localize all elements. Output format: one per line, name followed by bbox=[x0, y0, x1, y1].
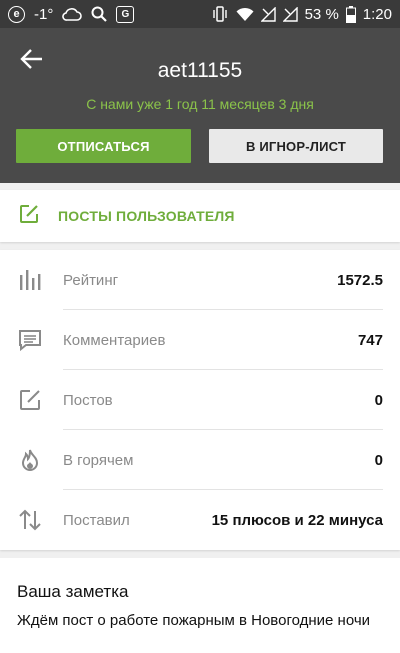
stat-value: 0 bbox=[374, 391, 383, 409]
battery-icon bbox=[345, 5, 356, 23]
ignore-list-button[interactable]: В ИГНОР-ЛИСТ bbox=[209, 129, 383, 163]
edit-icon bbox=[18, 388, 42, 412]
search-icon bbox=[91, 6, 108, 22]
temperature-readout: -1° bbox=[34, 5, 54, 23]
member-since: С нами уже 1 год 11 месяцев 3 дня bbox=[86, 96, 314, 112]
user-posts-link[interactable]: ПОСТЫ ПОЛЬЗОВАТЕЛЯ bbox=[0, 190, 400, 242]
stat-label: В горячем bbox=[63, 451, 134, 469]
unsubscribe-button[interactable]: ОТПИСАТЬСЯ bbox=[16, 129, 191, 163]
stat-value: 747 bbox=[357, 331, 383, 349]
note-title: Ваша заметка bbox=[17, 582, 129, 601]
stat-value: 1572.5 bbox=[337, 271, 383, 289]
stat-row-comments: Комментариев 747 bbox=[0, 310, 400, 370]
stat-label: Поставил bbox=[63, 511, 130, 529]
stat-row-votes: Поставил 15 плюсов и 22 минуса bbox=[0, 490, 400, 550]
stat-value: 0 bbox=[374, 451, 383, 469]
translate-icon: G bbox=[116, 5, 135, 23]
clock: 1:20 bbox=[362, 5, 392, 23]
comment-icon bbox=[18, 328, 42, 352]
bar-chart-icon bbox=[18, 268, 42, 292]
stat-label: Рейтинг bbox=[63, 271, 119, 289]
stats-card: Рейтинг 1572.5 Комментариев 747 Постов 0… bbox=[0, 250, 400, 550]
signal-icon bbox=[260, 6, 276, 22]
note-text: Ждём пост о работе пожарным в Новогодние… bbox=[17, 612, 371, 629]
stat-label: Постов bbox=[63, 391, 113, 409]
flame-icon bbox=[18, 448, 42, 472]
signal-icon-2 bbox=[282, 6, 298, 22]
status-bar: e -1° G 53 % 1:20 bbox=[0, 0, 400, 28]
e-icon: e bbox=[8, 5, 25, 23]
battery-percent: 53 % bbox=[304, 5, 339, 23]
note-card[interactable]: Ваша заметка Ждём пост о работе пожарным… bbox=[0, 558, 400, 653]
vibrate-icon bbox=[211, 6, 229, 22]
up-down-arrows-icon bbox=[18, 508, 42, 532]
stat-row-rating: Рейтинг 1572.5 bbox=[0, 250, 400, 310]
profile-header: aet11155 С нами уже 1 год 11 месяцев 3 д… bbox=[0, 28, 400, 183]
stat-row-posts: Постов 0 bbox=[0, 370, 400, 430]
edit-icon bbox=[18, 203, 40, 230]
stat-value: 15 плюсов и 22 минуса bbox=[211, 511, 383, 529]
username: aet11155 bbox=[157, 59, 243, 82]
stat-label: Комментариев bbox=[63, 331, 166, 349]
wifi-icon bbox=[236, 7, 254, 22]
user-posts-label: ПОСТЫ ПОЛЬЗОВАТЕЛЯ bbox=[58, 208, 235, 224]
cloud-icon bbox=[62, 7, 83, 21]
stat-row-hot: В горячем 0 bbox=[0, 430, 400, 490]
